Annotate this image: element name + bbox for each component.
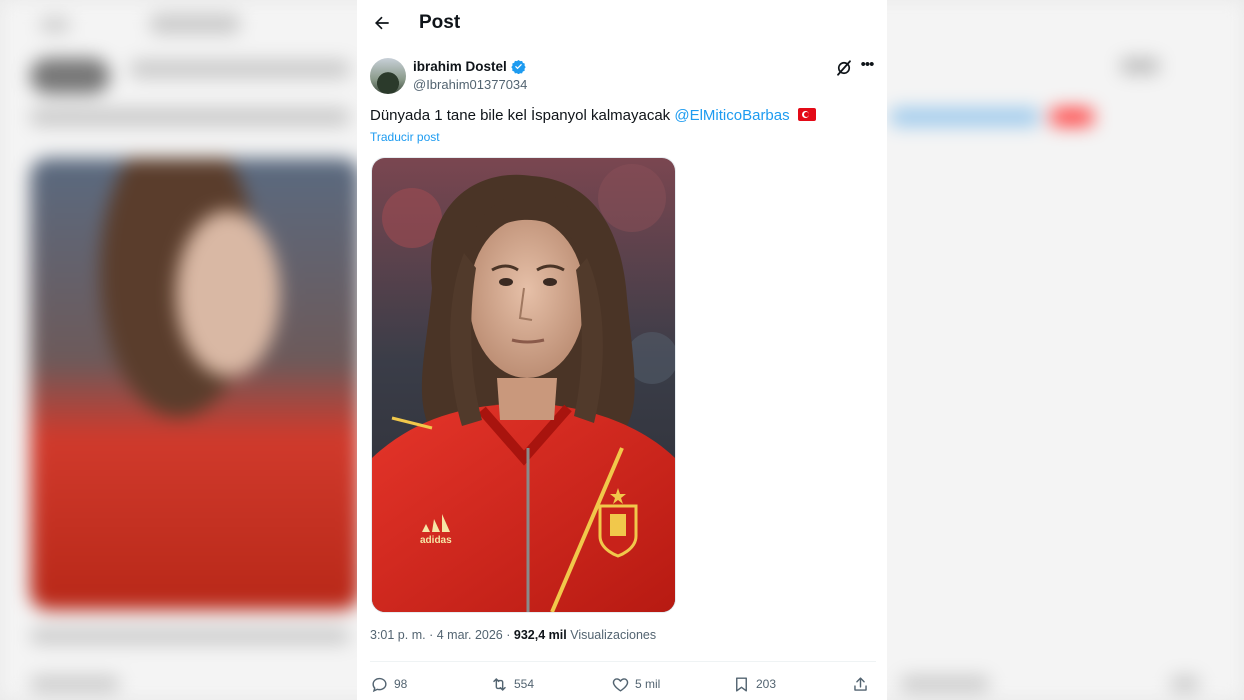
author-handle[interactable]: @Ibrahim01377034 bbox=[413, 77, 527, 92]
bookmark-count: 203 bbox=[756, 677, 777, 691]
views-count: 932,4 mil bbox=[513, 628, 567, 642]
like-button[interactable]: 5 mil bbox=[611, 672, 660, 696]
repost-button[interactable]: 554 bbox=[490, 672, 534, 696]
bg-blur-back bbox=[40, 18, 70, 32]
author-name-row[interactable]: ibrahim Dostel bbox=[413, 59, 526, 74]
views-label: Visualizaciones bbox=[570, 628, 657, 642]
turkey-flag-icon bbox=[797, 108, 816, 121]
bookmark-button[interactable]: 203 bbox=[732, 672, 776, 696]
avatar[interactable] bbox=[370, 58, 406, 94]
divider bbox=[370, 661, 876, 662]
author-display-name[interactable]: ibrahim Dostel bbox=[413, 59, 507, 74]
bookmark-icon bbox=[736, 676, 747, 692]
post-time[interactable]: 3:01 p. m. bbox=[370, 628, 426, 642]
bg-blur-avatar bbox=[30, 58, 110, 94]
grok-icon bbox=[837, 60, 851, 76]
svg-text:adidas: adidas bbox=[420, 535, 452, 546]
bg-blur-mention bbox=[890, 108, 1040, 126]
share-icon bbox=[854, 676, 867, 691]
bg-blur-actions-left bbox=[30, 676, 120, 692]
repost-icon bbox=[493, 677, 506, 691]
like-icon bbox=[612, 677, 629, 692]
bg-blur-name bbox=[130, 60, 350, 78]
player-photo-image: adidas bbox=[372, 158, 675, 612]
reply-button[interactable]: 98 bbox=[370, 672, 407, 696]
post-text: Dünyada 1 tane bile kel İspanyol kalmaya… bbox=[370, 107, 816, 124]
share-button[interactable] bbox=[851, 672, 870, 696]
action-bar: 98 554 5 mil 203 bbox=[370, 672, 876, 696]
bg-blur-text bbox=[30, 108, 350, 126]
timestamp-row: 3:01 p. m. · 4 mar. 2026 · 932,4 mil Vis… bbox=[370, 628, 656, 642]
like-count: 5 mil bbox=[635, 677, 661, 691]
bg-blur-share bbox=[1170, 676, 1200, 692]
post-photo[interactable]: adidas bbox=[371, 157, 676, 613]
bg-blur-timestamp bbox=[30, 628, 350, 644]
bg-blur-flag bbox=[1050, 108, 1094, 126]
more-icon: ••• bbox=[860, 56, 875, 73]
translate-post-link[interactable]: Traducir post bbox=[370, 130, 440, 144]
back-button[interactable] bbox=[367, 8, 397, 38]
verified-badge-icon bbox=[511, 59, 526, 74]
top-bar: Post bbox=[357, 0, 887, 46]
reply-count: 98 bbox=[394, 677, 408, 691]
post-card: Post ibrahim Dostel @Ibrahim01377034 •••… bbox=[357, 0, 887, 700]
bg-blur-icon bbox=[1120, 58, 1160, 74]
mention-link[interactable]: @ElMiticoBarbas bbox=[674, 107, 789, 124]
bg-blur-actions-right bbox=[900, 676, 990, 692]
back-arrow-icon bbox=[375, 16, 389, 30]
repost-count: 554 bbox=[514, 677, 535, 691]
reply-icon bbox=[372, 677, 387, 692]
post-date[interactable]: 4 mar. 2026 bbox=[437, 628, 503, 642]
page-title: Post bbox=[419, 12, 461, 33]
grok-button[interactable] bbox=[835, 59, 853, 77]
separator-dot: · bbox=[429, 628, 434, 642]
bg-blur-photo bbox=[30, 158, 360, 610]
more-button[interactable]: ••• bbox=[857, 56, 877, 76]
post-body: Dünyada 1 tane bile kel İspanyol kalmaya… bbox=[370, 107, 671, 124]
separator-dot: · bbox=[506, 628, 511, 642]
bg-blur-title bbox=[150, 14, 240, 34]
